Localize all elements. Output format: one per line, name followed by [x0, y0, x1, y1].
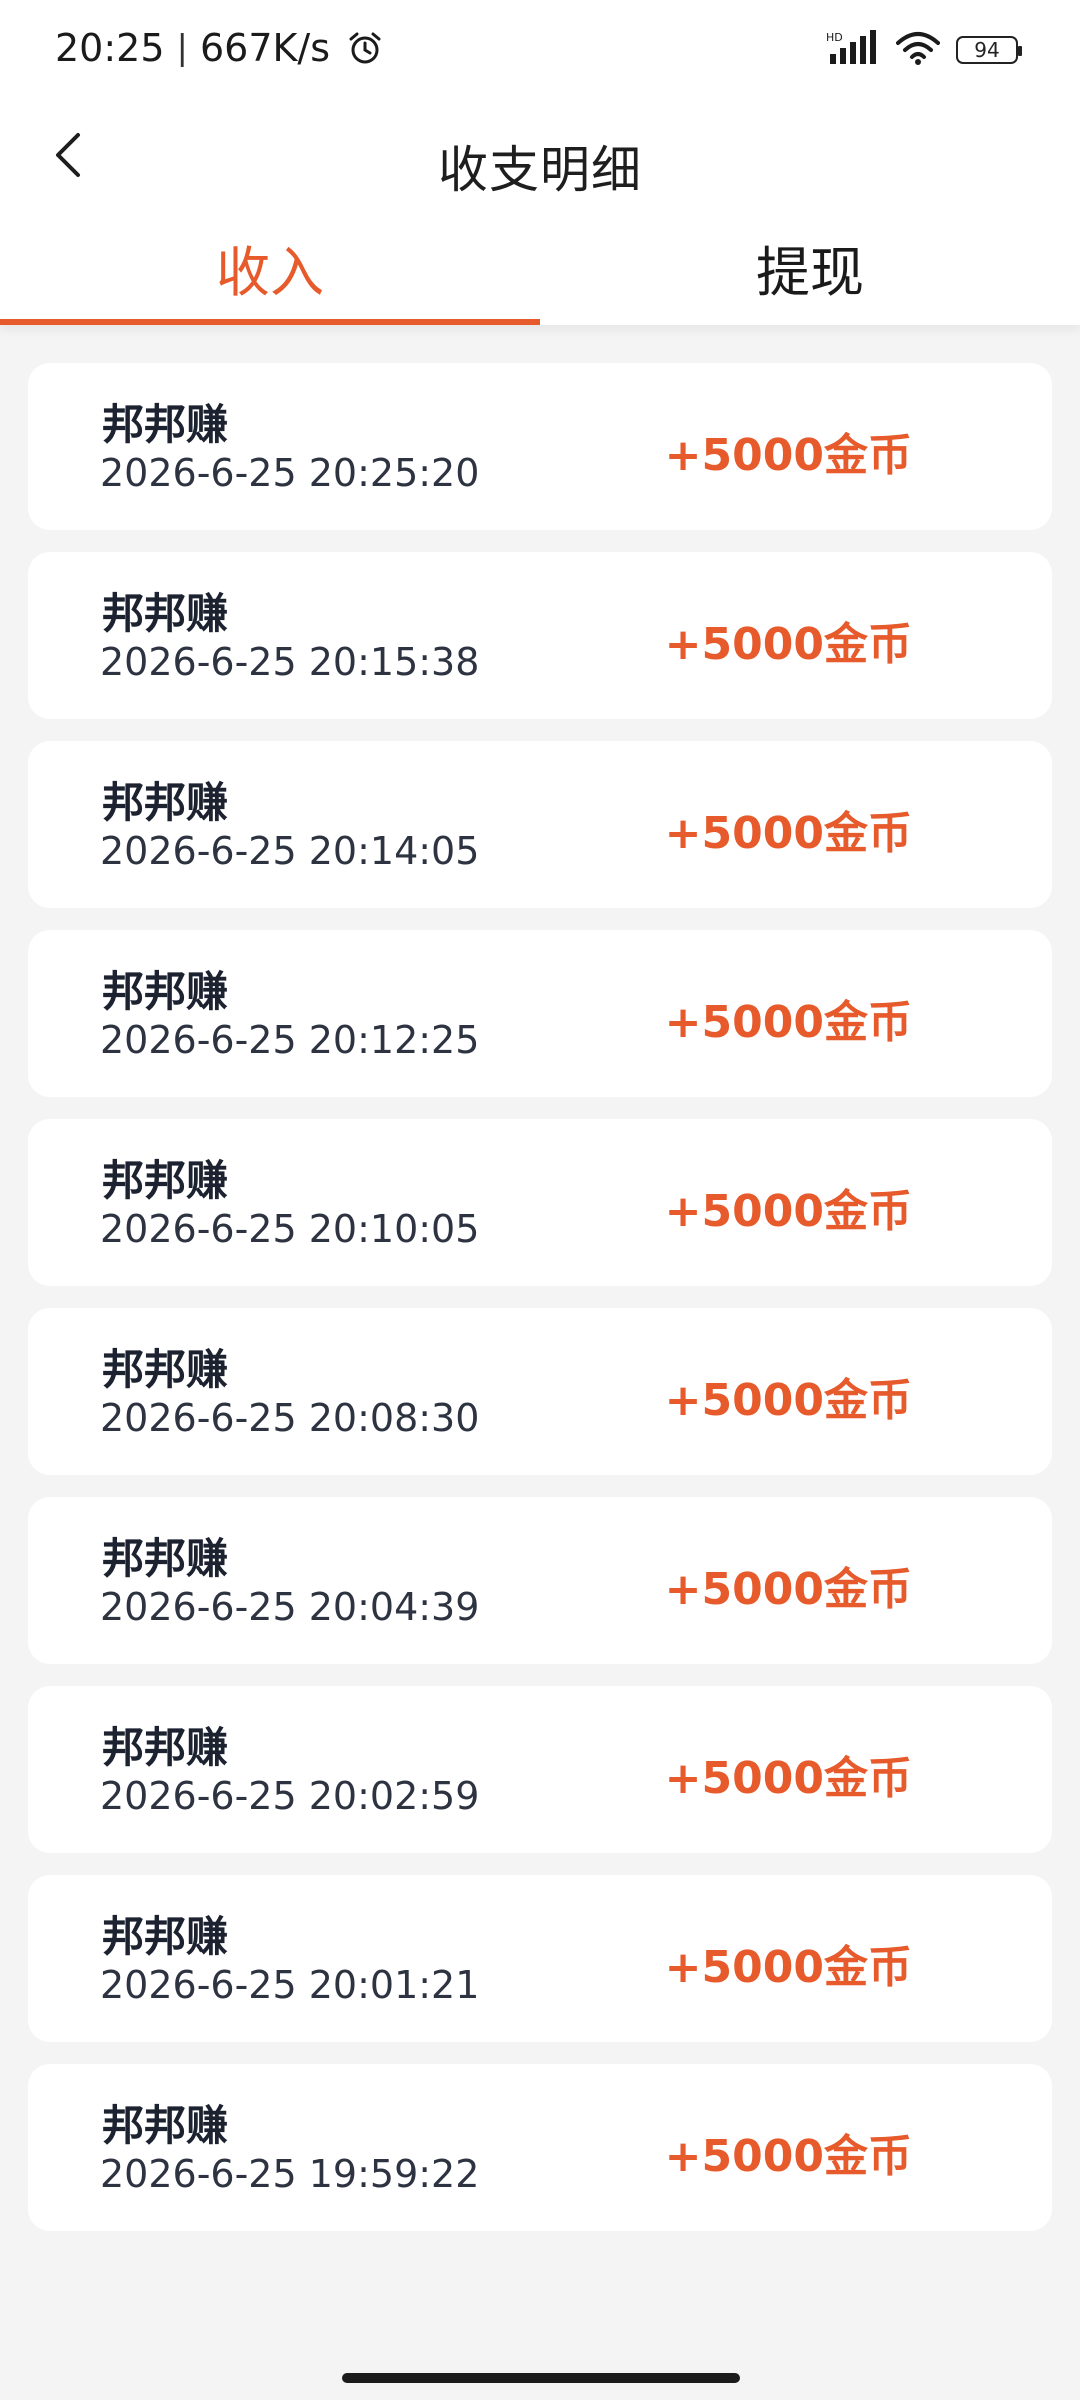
signal-icon: HD: [826, 30, 880, 70]
item-amount: +5000金币: [664, 1564, 912, 1615]
item-source: 邦邦赚: [102, 400, 229, 449]
wifi-icon: [896, 31, 940, 69]
item-amount: +5000金币: [664, 997, 912, 1048]
list-item[interactable]: 邦邦赚 2026-6-25 20:25:20 +5000金币: [28, 363, 1052, 530]
item-source: 邦邦赚: [102, 1345, 229, 1394]
item-source: 邦邦赚: [102, 2101, 229, 2150]
item-time: 2026-6-25 19:59:22: [100, 2152, 480, 2196]
item-time: 2026-6-25 20:10:05: [100, 1207, 480, 1251]
list-item[interactable]: 邦邦赚 2026-6-25 20:04:39 +5000金币: [28, 1497, 1052, 1664]
status-bar: 20:25 | 667K/s HD 94: [0, 0, 1080, 100]
tab-bar: 收入 提现: [0, 210, 1080, 325]
tab-income-label: 收入: [216, 241, 324, 304]
battery-level: 94: [974, 38, 1000, 62]
hd-label: HD: [826, 31, 843, 44]
tab-withdraw-label: 提现: [756, 241, 864, 304]
home-indicator[interactable]: [342, 2373, 740, 2383]
battery-icon: 94: [956, 36, 1022, 64]
item-amount: +5000金币: [664, 1753, 912, 1804]
item-source: 邦邦赚: [102, 1912, 229, 1961]
item-time: 2026-6-25 20:02:59: [100, 1774, 480, 1818]
status-time: 20:25: [55, 26, 165, 70]
item-time: 2026-6-25 20:15:38: [100, 640, 480, 684]
list-item[interactable]: 邦邦赚 2026-6-25 20:01:21 +5000金币: [28, 1875, 1052, 2042]
status-separator: |: [176, 28, 188, 68]
item-source: 邦邦赚: [102, 1723, 229, 1772]
item-source: 邦邦赚: [102, 1534, 229, 1583]
item-amount: +5000金币: [664, 2131, 912, 2182]
item-time: 2026-6-25 20:01:21: [100, 1963, 480, 2007]
tab-income[interactable]: 收入: [0, 210, 540, 325]
list-item[interactable]: 邦邦赚 2026-6-25 20:14:05 +5000金币: [28, 741, 1052, 908]
item-source: 邦邦赚: [102, 1156, 229, 1205]
item-amount: +5000金币: [664, 619, 912, 670]
item-source: 邦邦赚: [102, 967, 229, 1016]
list-item[interactable]: 邦邦赚 2026-6-25 20:15:38 +5000金币: [28, 552, 1052, 719]
list-item[interactable]: 邦邦赚 2026-6-25 20:02:59 +5000金币: [28, 1686, 1052, 1853]
item-source: 邦邦赚: [102, 778, 229, 827]
income-list: 邦邦赚 2026-6-25 20:25:20 +5000金币 邦邦赚 2026-…: [28, 363, 1052, 2253]
item-time: 2026-6-25 20:04:39: [100, 1585, 480, 1629]
item-amount: +5000金币: [664, 808, 912, 859]
list-item[interactable]: 邦邦赚 2026-6-25 20:12:25 +5000金币: [28, 930, 1052, 1097]
list-item[interactable]: 邦邦赚 2026-6-25 20:08:30 +5000金币: [28, 1308, 1052, 1475]
item-amount: +5000金币: [664, 430, 912, 481]
item-time: 2026-6-25 20:08:30: [100, 1396, 480, 1440]
status-left: 20:25 | 667K/s: [55, 26, 384, 70]
network-speed: 667K/s: [199, 26, 331, 70]
item-amount: +5000金币: [664, 1375, 912, 1426]
item-source: 邦邦赚: [102, 589, 229, 638]
list-item[interactable]: 邦邦赚 2026-6-25 19:59:22 +5000金币: [28, 2064, 1052, 2231]
item-amount: +5000金币: [664, 1186, 912, 1237]
header: 收支明细: [0, 100, 1080, 210]
tab-withdraw[interactable]: 提现: [540, 210, 1080, 325]
list-item[interactable]: 邦邦赚 2026-6-25 20:10:05 +5000金币: [28, 1119, 1052, 1286]
item-amount: +5000金币: [664, 1942, 912, 1993]
item-time: 2026-6-25 20:12:25: [100, 1018, 480, 1062]
alarm-clock-icon: [346, 29, 384, 67]
status-right: HD 94: [826, 30, 1022, 70]
item-time: 2026-6-25 20:25:20: [100, 451, 480, 495]
item-time: 2026-6-25 20:14:05: [100, 829, 480, 873]
page-title: 收支明细: [438, 141, 642, 199]
